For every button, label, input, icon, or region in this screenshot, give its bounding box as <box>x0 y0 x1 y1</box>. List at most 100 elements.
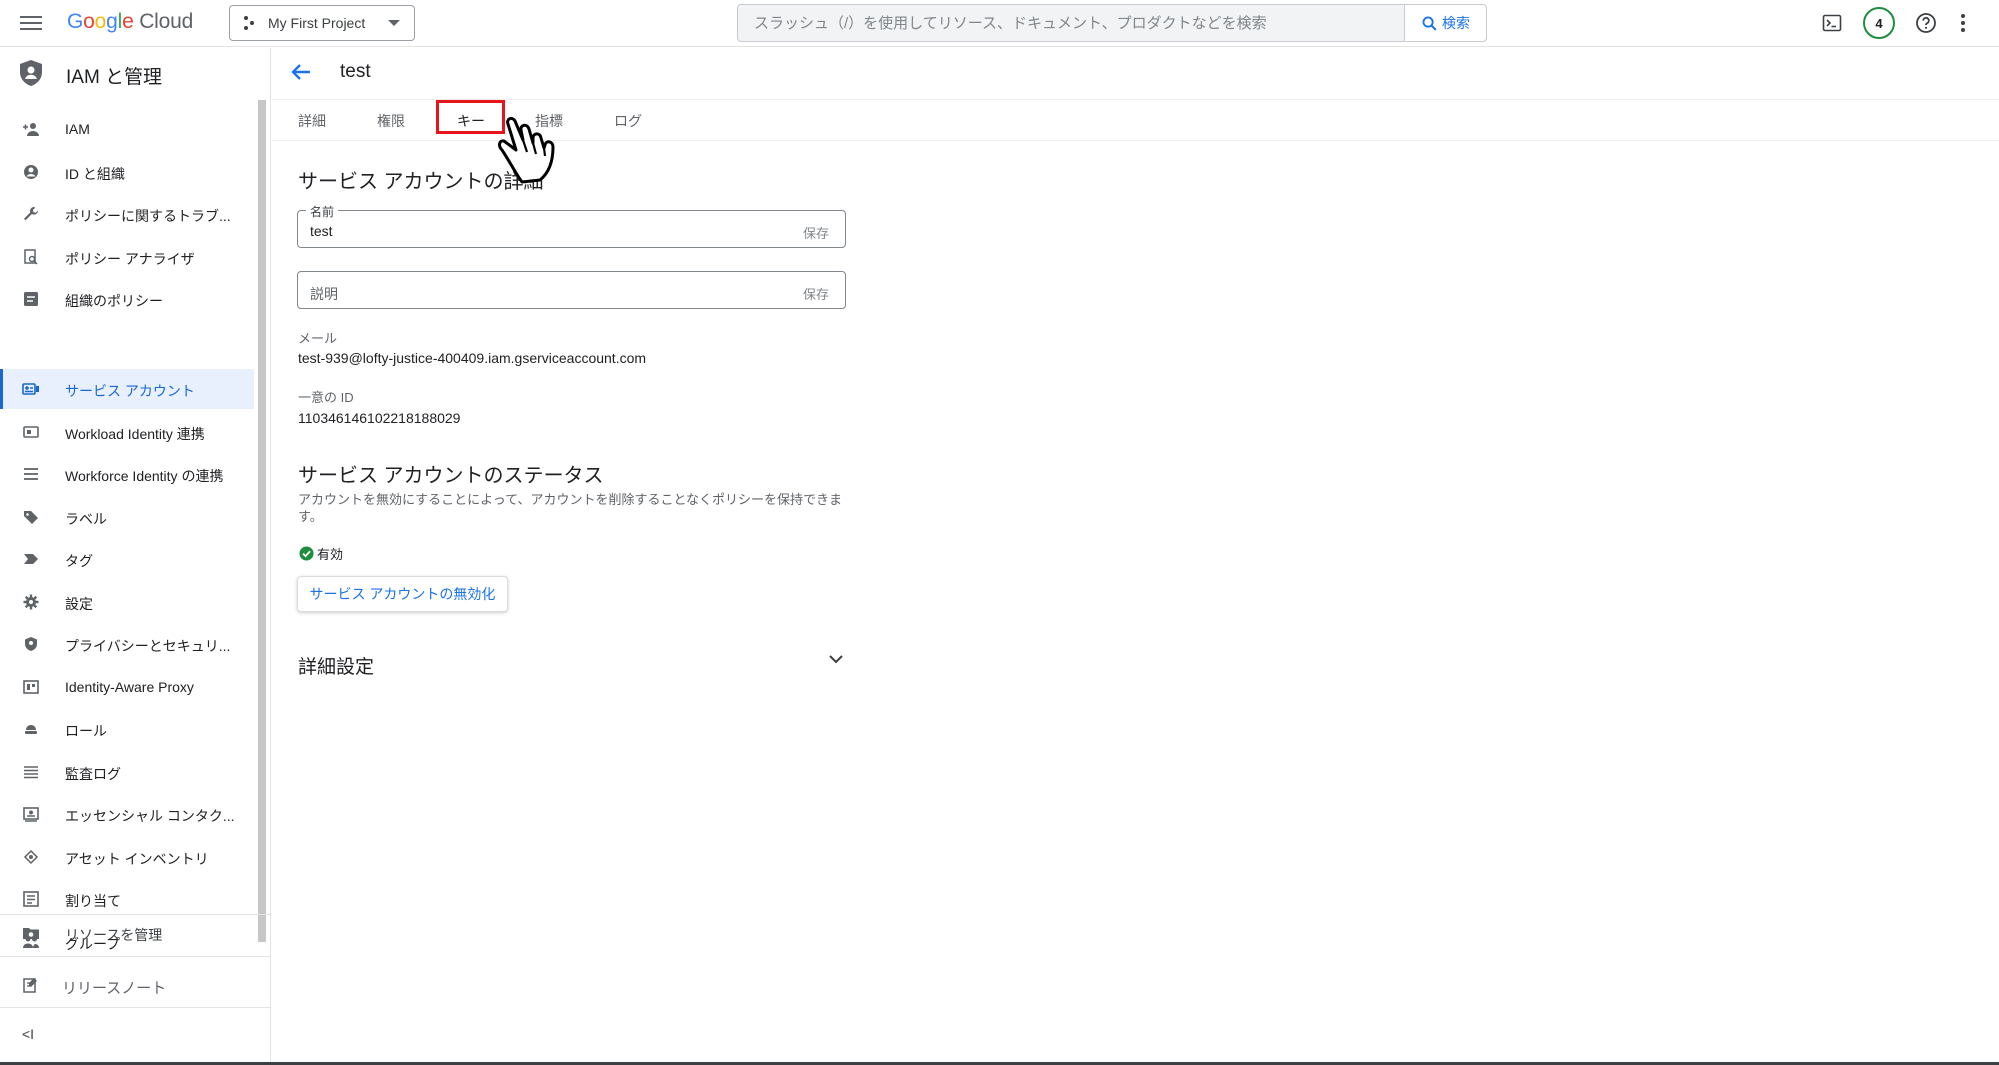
cloud-shell-icon[interactable] <box>1819 10 1845 36</box>
sidebar-item-audit-logs[interactable]: 監査ログ <box>0 752 254 792</box>
sidebar-item-label: ポリシーに関するトラブ... <box>65 208 231 224</box>
sidebar-item-iam[interactable]: IAM <box>0 109 254 149</box>
document-search-icon <box>24 249 38 265</box>
search-button-label: 検索 <box>1442 15 1470 31</box>
sidebar-item-policy-analyzer[interactable]: ポリシー アナライザ <box>0 237 254 277</box>
release-notes-label: リリースノート <box>62 980 167 997</box>
name-field[interactable]: 名前 test 保存 <box>297 203 846 248</box>
sidebar-item-label: 割り当て <box>65 893 121 909</box>
manage-resources-link[interactable]: リソースを管理 <box>0 912 271 954</box>
search-button[interactable]: 検索 <box>1404 5 1486 41</box>
sidebar-item-privacy-security[interactable]: プライバシーとセキュリ... <box>0 624 254 664</box>
page-title: test <box>340 61 371 82</box>
main-menu-icon[interactable] <box>20 12 42 34</box>
sidebar-title: IAM と管理 <box>66 67 163 88</box>
sidebar-divider <box>0 956 271 957</box>
sidebar-item-identity-org[interactable]: ID と組織 <box>0 152 254 192</box>
sidebar-item-service-accounts[interactable]: サービス アカウント <box>0 369 254 409</box>
advanced-settings-label: 詳細設定 <box>298 657 375 678</box>
sidebar-item-policy-troubleshooter[interactable]: ポリシーに関するトラブ... <box>0 194 254 234</box>
inventory-icon <box>23 849 39 865</box>
sidebar-item-label: ID と組織 <box>65 166 125 182</box>
wrench-icon <box>24 207 39 221</box>
sidebar-item-asset-inventory[interactable]: アセット インベントリ <box>0 837 254 877</box>
hand-pointer-cursor-icon <box>498 116 555 184</box>
sidebar-item-workforce-identity[interactable]: Workforce Identity の連携 <box>0 454 254 494</box>
sidebar-item-label: Identity-Aware Proxy <box>65 679 194 695</box>
google-cloud-logo[interactable]: Google Cloud <box>67 10 193 34</box>
sidebar-item-label: 監査ログ <box>65 766 121 782</box>
project-picker-button[interactable]: My First Project <box>229 5 415 41</box>
project-dots-icon <box>244 16 258 30</box>
list-icon <box>24 468 38 480</box>
contact-card-icon <box>23 807 39 822</box>
disable-service-account-button[interactable]: サービス アカウントの無効化 <box>297 576 508 612</box>
sidebar-item-identity-aware-proxy[interactable]: Identity-Aware Proxy <box>0 667 254 707</box>
logo-google-text: Google <box>67 10 134 33</box>
advanced-settings-toggle[interactable]: 詳細設定 <box>297 648 846 678</box>
sidebar-item-label: タグ <box>65 553 93 569</box>
sidebar-item-label: ロール <box>65 723 107 739</box>
save-name-button[interactable]: 保存 <box>803 223 829 242</box>
quota-icon <box>23 891 39 907</box>
unique-id-label: 一意の ID <box>298 390 354 405</box>
release-notes-link[interactable]: リリースノート <box>0 964 271 1006</box>
check-circle-icon <box>299 546 314 561</box>
sidebar-item-labels[interactable]: ラベル <box>0 497 254 537</box>
sidebar-item-label: エッセンシャル コンタク... <box>65 808 235 824</box>
sidebar-item-label: サービス アカウント <box>65 383 195 399</box>
sidebar-item-tags[interactable]: タグ <box>0 539 254 579</box>
sidebar-item-label: アセット インベントリ <box>65 851 209 867</box>
notifications-badge[interactable]: 4 <box>1863 7 1895 39</box>
collapse-sidebar-button[interactable]: <I <box>22 1026 34 1042</box>
sidebar-item-label: ポリシー アナライザ <box>65 251 195 267</box>
release-notes-icon <box>23 978 37 993</box>
folder-gear-icon <box>23 928 39 939</box>
logo-cloud-text: Cloud <box>139 10 194 33</box>
sidebar-item-settings[interactable]: 設定 <box>0 582 254 622</box>
search-input[interactable] <box>738 5 1406 41</box>
status-indicator: 有効 <box>299 544 343 563</box>
service-account-status-title: サービス アカウントのステータス <box>298 465 604 487</box>
sidebar-item-label: ラベル <box>65 511 107 527</box>
proxy-icon <box>23 680 39 694</box>
email-value: test-939@lofty-justice-400409.iam.gservi… <box>298 350 647 366</box>
sidebar-scrollbar[interactable] <box>258 100 266 942</box>
arrow-tag-icon <box>24 554 38 564</box>
top-bar: Google Cloud My First Project 検索 4 <box>0 0 1999 47</box>
shield-icon <box>25 637 37 651</box>
sidebar-item-workload-identity[interactable]: Workload Identity 連携 <box>0 412 254 452</box>
audit-list-icon <box>24 766 38 779</box>
gear-icon <box>23 594 39 610</box>
help-icon[interactable] <box>1913 10 1939 36</box>
name-field-label: 名前 <box>306 203 339 220</box>
description-field[interactable]: 説明 保存 <box>297 271 846 309</box>
iam-shield-icon <box>20 60 42 86</box>
search-icon <box>1422 16 1437 31</box>
sidebar-header: IAM と管理 <box>0 48 271 98</box>
unique-id-value: 110346146102218188029 <box>298 410 461 426</box>
sidebar-item-org-policies[interactable]: 組織のポリシー <box>0 279 254 319</box>
sidebar-item-label: IAM <box>65 121 90 137</box>
tab-permissions[interactable]: 権限 <box>377 111 405 131</box>
page-header: test <box>272 48 1999 100</box>
back-arrow-icon[interactable] <box>290 62 312 82</box>
sidebar-item-label: 設定 <box>65 596 93 612</box>
sidebar-item-label: プライバシーとセキュリ... <box>65 638 231 654</box>
more-options-icon[interactable] <box>1950 10 1976 36</box>
email-label: メール <box>298 331 338 346</box>
status-value: 有効 <box>317 547 344 562</box>
sidebar-item-label: Workforce Identity の連携 <box>65 468 224 484</box>
sidebar-item-roles[interactable]: ロール <box>0 709 254 749</box>
role-icon <box>25 725 37 734</box>
description-placeholder: 説明 <box>310 286 338 302</box>
sidebar-item-label: 組織のポリシー <box>65 293 163 309</box>
tab-details[interactable]: 詳細 <box>298 111 326 131</box>
tab-logs[interactable]: ログ <box>614 111 642 131</box>
sidebar-item-essential-contacts[interactable]: エッセンシャル コンタク... <box>0 794 254 834</box>
id-card-icon <box>23 426 39 438</box>
name-field-value: test <box>310 223 333 239</box>
sidebar-item-label: Workload Identity 連携 <box>65 426 205 442</box>
save-description-button[interactable]: 保存 <box>803 284 829 303</box>
chevron-down-icon <box>829 655 843 664</box>
